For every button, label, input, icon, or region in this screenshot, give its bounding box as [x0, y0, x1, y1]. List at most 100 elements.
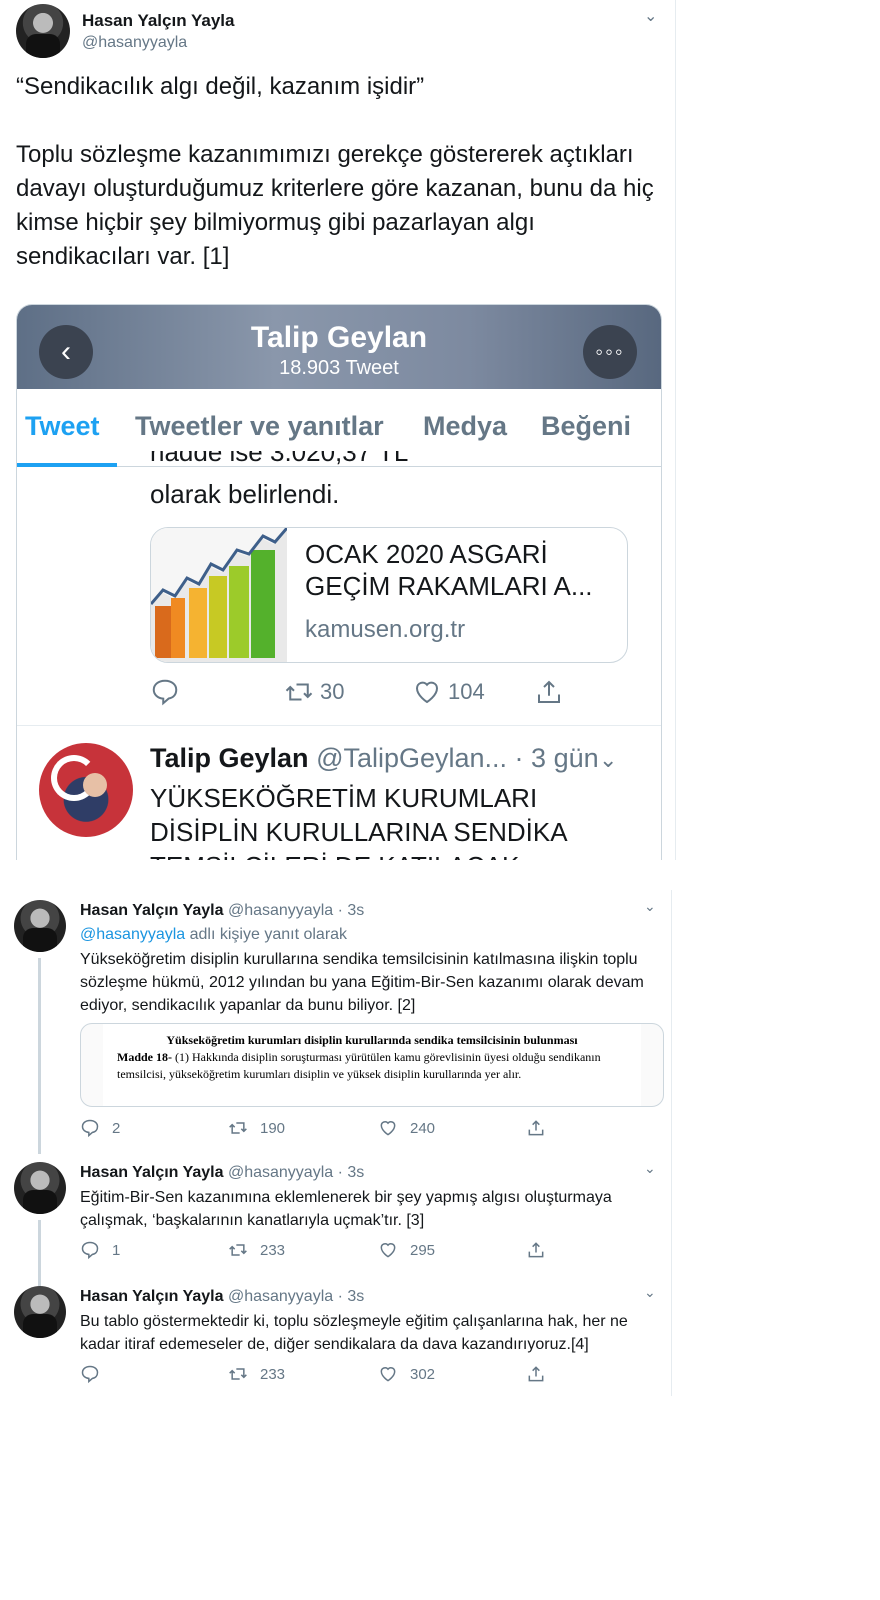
shot-actions: 30 104 [150, 677, 570, 713]
reply-thread: Hasan Yalçın Yayla @hasanyyayla · 3s ⌄ @… [0, 890, 672, 1396]
card-title: OCAK 2020 ASGARİ GEÇİM RAKAMLARI A... [305, 539, 593, 601]
like-count: 302 [410, 1365, 436, 1383]
retweet-icon [229, 1244, 247, 1256]
retweet-count: 190 [260, 1119, 286, 1137]
profile-header: ‹ Talip Geylan 18.903 Tweet ◦◦◦ [17, 305, 661, 389]
tweet2-handle-time: @TalipGeylan... · 3 gün [316, 743, 599, 773]
heart-icon [380, 1367, 396, 1382]
tweet-image[interactable]: ‹ Talip Geylan 18.903 Tweet ◦◦◦ Tweet Tw… [16, 304, 662, 860]
tweet-header: Hasan Yalçın Yayla @hasanyyayla · 3s [80, 902, 364, 920]
tweet-text: Eğitim-Bir-Sen kazanımına eklemlenerek b… [80, 1189, 612, 1229]
retweet-button[interactable]: 233 [228, 1240, 285, 1260]
more-icon: ◦◦◦ [583, 325, 637, 379]
reply-button[interactable]: 2 [80, 1118, 120, 1138]
tweet2-text: YÜKSEKÖĞRETİM KURUMLARI DİSİPLİN KURULLA… [150, 783, 567, 860]
reply-icon [81, 1365, 99, 1384]
thread-line [38, 1220, 41, 1290]
like-button[interactable]: 240 [378, 1118, 435, 1138]
reply-count: 1 [112, 1241, 121, 1259]
author-handle-time[interactable]: @hasanyyayla · 3s [228, 1288, 364, 1305]
reply-context: @hasanyyayla adlı kişiye yanıt olarak [80, 926, 347, 944]
reply-icon [150, 677, 186, 707]
tweet-text: Bu tablo göstermektedir ki, toplu sözleş… [80, 1313, 628, 1353]
tweet-text: Yükseköğretim disiplin kurullarına sendi… [80, 951, 644, 1014]
retweet-icon [229, 1368, 247, 1380]
avatar[interactable] [14, 1286, 66, 1338]
avatar[interactable] [16, 4, 70, 58]
thread-tweet[interactable]: Hasan Yalçın Yayla @hasanyyayla · 3s ⌄ E… [0, 1160, 672, 1290]
retweet-stat: 30 [284, 677, 344, 707]
retweet-count: 233 [260, 1365, 286, 1383]
reply-button[interactable] [80, 1364, 112, 1384]
document-title: Yükseköğretim kurumları disiplin kurulla… [166, 1033, 578, 1047]
shot-text-line: olarak belirlendi. [150, 479, 340, 509]
chevron-down-icon[interactable]: ⌄ [644, 898, 656, 915]
tab-media: Medya [423, 411, 508, 441]
tweet-header: Hasan Yalçın Yayla @hasanyyayla [16, 4, 235, 58]
share-button[interactable] [526, 1364, 558, 1384]
card-domain: kamusen.org.tr [305, 616, 466, 643]
profile-name: Talip Geylan [250, 321, 428, 354]
share-button[interactable] [526, 1240, 558, 1260]
retweet-count: 233 [260, 1241, 286, 1259]
avatar [39, 743, 133, 837]
tweet-image[interactable]: Yükseköğretim kurumları disiplin kurulla… [80, 1023, 664, 1107]
reply-icon [81, 1241, 99, 1260]
cut-text: hadde ise 3.020,37 TL [150, 451, 408, 465]
reply-button[interactable]: 1 [80, 1240, 120, 1260]
reply-icon [81, 1119, 99, 1138]
thread-tweet[interactable]: Hasan Yalçın Yayla @hasanyyayla · 3s ⌄ @… [0, 890, 672, 1154]
tweet-actions: 1 233 295 [80, 1240, 560, 1262]
author-name[interactable]: Hasan Yalçın Yayla [80, 1288, 224, 1305]
share-button[interactable] [526, 1118, 558, 1138]
avatar[interactable] [14, 900, 66, 952]
chevron-down-icon: ⌄ [599, 747, 618, 772]
author-name[interactable]: Hasan Yalçın Yayla [82, 11, 235, 31]
author-name[interactable]: Hasan Yalçın Yayla [80, 1164, 224, 1181]
avatar[interactable] [14, 1162, 66, 1214]
retweet-count: 30 [320, 679, 345, 704]
reply-count: 2 [112, 1119, 121, 1137]
tweet2-name: Talip Geylan [150, 743, 309, 773]
share-icon [534, 677, 570, 707]
like-count: 295 [410, 1241, 436, 1259]
cut-text-line: hadde ise 3.020,37 TL [150, 451, 408, 465]
heart-icon [415, 681, 439, 704]
author-handle-time[interactable]: @hasanyyayla · 3s [228, 1164, 364, 1181]
tweet-header: Hasan Yalçın Yayla @hasanyyayla · 3s [80, 1288, 364, 1306]
chevron-down-icon[interactable]: ⌄ [644, 1284, 656, 1301]
document-excerpt: Yükseköğretim kurumları disiplin kurulla… [103, 1024, 641, 1106]
chevron-down-icon[interactable]: ⌄ [644, 1160, 656, 1177]
retweet-icon [285, 683, 313, 701]
like-button[interactable]: 295 [378, 1240, 435, 1260]
author-name[interactable]: Hasan Yalçın Yayla [80, 902, 224, 919]
thread-tweet[interactable]: Hasan Yalçın Yayla @hasanyyayla · 3s ⌄ B… [0, 1284, 672, 1396]
tweet-header: Hasan Yalçın Yayla @hasanyyayla · 3s [80, 1164, 364, 1182]
retweet-button[interactable]: 233 [228, 1364, 285, 1384]
like-button[interactable]: 302 [378, 1364, 435, 1384]
tweet-actions: 2 190 240 [80, 1118, 560, 1140]
reply-mention-link[interactable]: @hasanyyayla [80, 926, 185, 943]
retweet-button[interactable]: 190 [228, 1118, 285, 1138]
chevron-down-icon[interactable]: ⌄ [644, 6, 657, 26]
author-handle[interactable]: @hasanyyayla [82, 34, 235, 52]
author-handle-time[interactable]: @hasanyyayla · 3s [228, 902, 364, 919]
divider [17, 725, 661, 726]
tab-likes: Beğeni [541, 411, 632, 441]
heart-icon [380, 1243, 396, 1258]
document-body: Madde 18- (1) Hakkında disiplin soruştur… [117, 1049, 627, 1083]
share-icon [528, 1120, 544, 1136]
share-icon [528, 1242, 544, 1258]
like-count: 104 [448, 679, 485, 704]
thread-line [38, 958, 41, 1154]
share-icon [528, 1366, 544, 1382]
retweet-icon [229, 1122, 247, 1134]
link-card: OCAK 2020 ASGARİ GEÇİM RAKAMLARI A... ka… [150, 527, 628, 663]
heart-icon [380, 1121, 396, 1136]
like-count: 240 [410, 1119, 436, 1137]
reply-label: adlı kişiye yanıt olarak [185, 926, 348, 943]
tweet-actions: 233 302 [80, 1364, 560, 1386]
tweet2-header: Talip Geylan @TalipGeylan... · 3 gün [150, 743, 599, 774]
tab-tweets-and-replies: Tweetler ve yanıtlar [135, 411, 384, 441]
main-tweet: Hasan Yalçın Yayla @hasanyyayla ⌄ “Sendi… [0, 0, 676, 860]
